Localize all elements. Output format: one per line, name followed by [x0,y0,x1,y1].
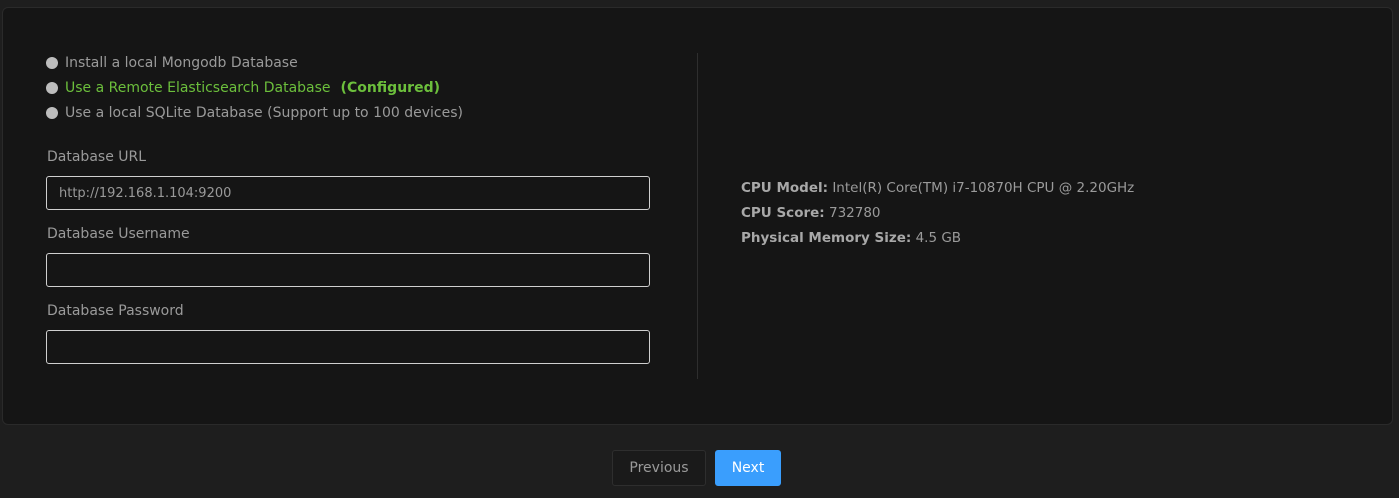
radio-circle-icon[interactable] [46,57,58,69]
memory-size-info: Physical Memory Size: 4.5 GB [741,230,961,246]
radio-option-elasticsearch[interactable]: Use a Remote Elasticsearch Database (Con… [46,78,440,98]
database-password-input[interactable] [46,330,650,364]
next-button[interactable]: Next [715,450,781,486]
radio-label-mongodb: Install a local Mongodb Database [65,55,298,71]
cpu-model-info: CPU Model: Intel(R) Core(TM) i7-10870H C… [741,180,1134,196]
cpu-model-value: Intel(R) Core(TM) i7-10870H CPU @ 2.20GH… [832,180,1135,196]
radio-circle-icon[interactable] [46,82,58,94]
previous-button[interactable]: Previous [612,450,706,486]
cpu-score-key: CPU Score: [741,205,825,221]
memory-size-key: Physical Memory Size: [741,230,912,246]
radio-circle-icon[interactable] [46,107,58,119]
database-username-label: Database Username [47,226,190,242]
database-url-input[interactable] [46,176,650,210]
memory-size-value: 4.5 GB [915,230,962,246]
database-url-label: Database URL [47,149,147,165]
radio-option-sqlite[interactable]: Use a local SQLite Database (Support up … [46,103,463,123]
radio-option-mongodb[interactable]: Install a local Mongodb Database [46,53,298,73]
column-divider [697,53,698,379]
radio-label-elasticsearch: Use a Remote Elasticsearch Database [65,80,331,96]
database-username-input[interactable] [46,253,650,287]
radio-label-sqlite: Use a local SQLite Database (Support up … [65,105,463,121]
cpu-model-key: CPU Model: [741,180,829,196]
database-password-label: Database Password [47,303,184,319]
cpu-score-info: CPU Score: 732780 [741,205,881,221]
configured-badge: (Configured) [340,80,440,96]
cpu-score-value: 732780 [828,205,881,221]
